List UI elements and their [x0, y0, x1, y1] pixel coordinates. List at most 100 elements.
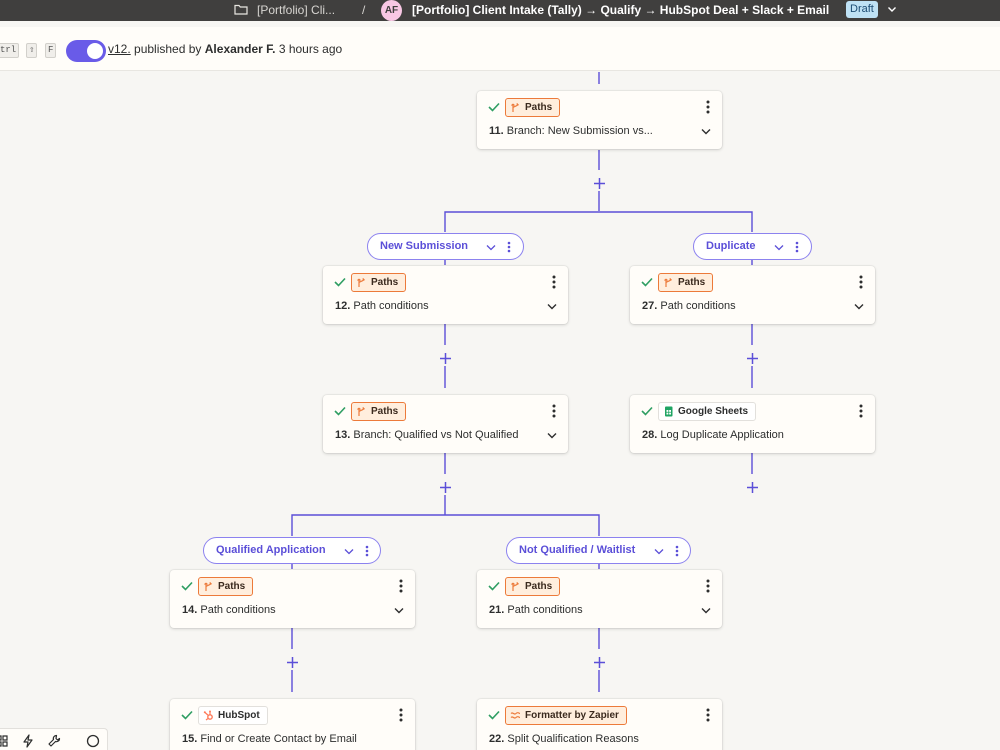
kebab-icon[interactable]	[552, 404, 556, 418]
publish-time: 3 hours ago	[278, 42, 343, 56]
author-name: Alexander F.	[204, 42, 276, 56]
chevron-down-icon[interactable]	[547, 303, 557, 310]
avatar[interactable]: AF	[381, 0, 402, 21]
app-badge-hubspot: HubSpot	[198, 706, 268, 725]
chevron-down-icon[interactable]	[774, 244, 784, 251]
paths-icon	[357, 278, 365, 287]
shortcut-key-shift: ⇧	[26, 43, 38, 58]
path-pill-not-qualified[interactable]: Not Qualified / Waitlist	[506, 537, 691, 564]
check-icon	[641, 406, 653, 416]
step-card-27[interactable]: Paths 27. Path conditions	[630, 266, 875, 324]
plus-icon[interactable]	[746, 481, 759, 494]
step-card-11[interactable]: Paths 11. Branch: New Submission vs...	[477, 91, 722, 149]
kebab-icon[interactable]	[859, 275, 863, 289]
step-title: 27. Path conditions	[642, 300, 736, 312]
step-title: 12. Path conditions	[335, 300, 429, 312]
kebab-icon[interactable]	[552, 275, 556, 289]
canvas-toolbar	[0, 728, 108, 750]
app-name: Google Sheets	[678, 406, 749, 417]
toggle-knob	[87, 43, 103, 59]
step-title: 21. Path conditions	[489, 604, 583, 616]
comment-icon[interactable]	[86, 734, 100, 748]
plus-icon[interactable]	[593, 177, 606, 190]
plus-icon[interactable]	[439, 352, 452, 365]
breadcrumb-folder[interactable]: [Portfolio] Cli...	[257, 3, 335, 17]
version-link[interactable]: v12.	[108, 42, 131, 56]
step-card-13[interactable]: Paths 13. Branch: Qualified vs Not Quali…	[323, 395, 568, 453]
plus-icon[interactable]	[746, 352, 759, 365]
step-title: 13. Branch: Qualified vs Not Qualified	[335, 429, 518, 441]
app-name: Paths	[371, 406, 399, 417]
plus-icon[interactable]	[439, 481, 452, 494]
step-label: Branch: New Submission vs...	[506, 125, 653, 137]
step-title: 15. Find or Create Contact by Email	[182, 733, 357, 745]
kebab-icon[interactable]	[795, 241, 799, 253]
app-badge-paths: Paths	[505, 577, 561, 596]
chevron-down-icon[interactable]	[344, 548, 354, 555]
chevron-down-icon[interactable]	[854, 303, 864, 310]
path-pill-duplicate[interactable]: Duplicate	[693, 233, 812, 260]
status-badge: Draft	[846, 1, 878, 18]
chevron-down-icon[interactable]	[547, 432, 557, 439]
step-card-28[interactable]: Google Sheets 28. Log Duplicate Applicat…	[630, 395, 875, 453]
kebab-icon[interactable]	[507, 241, 511, 253]
check-icon	[181, 710, 193, 720]
shortcut-key-ctrl: trl	[0, 43, 20, 58]
kebab-icon[interactable]	[399, 708, 403, 722]
app-name: Formatter by Zapier	[525, 710, 619, 721]
kebab-icon[interactable]	[706, 579, 710, 593]
kebab-icon[interactable]	[675, 545, 679, 557]
step-card-15[interactable]: HubSpot 15. Find or Create Contact by Em…	[170, 699, 415, 750]
zap-title[interactable]: [Portfolio] Client Intake (Tally) → Qual…	[412, 3, 829, 17]
chevron-down-icon[interactable]	[654, 548, 664, 555]
path-label: Not Qualified / Waitlist	[519, 544, 636, 556]
step-number: 28.	[642, 429, 658, 441]
step-number: 27.	[642, 300, 658, 312]
step-card-21[interactable]: Paths 21. Path conditions	[477, 570, 722, 628]
kebab-icon[interactable]	[365, 545, 369, 557]
path-label: Qualified Application	[216, 544, 326, 556]
step-label: Path conditions	[200, 604, 276, 616]
step-title: 22. Split Qualification Reasons	[489, 733, 639, 745]
app-badge-paths: Paths	[198, 577, 254, 596]
paths-icon	[511, 103, 519, 112]
kebab-icon[interactable]	[399, 579, 403, 593]
step-card-14[interactable]: Paths 14. Path conditions	[170, 570, 415, 628]
chevron-down-icon[interactable]	[486, 244, 496, 251]
app-badge-formatter: Formatter by Zapier	[505, 706, 627, 725]
app-name: Paths	[678, 277, 706, 288]
step-label: Find or Create Contact by Email	[200, 733, 357, 745]
step-card-12[interactable]: Paths 12. Path conditions	[323, 266, 568, 324]
check-icon	[641, 277, 653, 287]
step-label: Branch: Qualified vs Not Qualified	[353, 429, 519, 441]
step-title: 28. Log Duplicate Application	[642, 429, 784, 441]
chevron-down-icon[interactable]	[394, 607, 404, 614]
kebab-icon[interactable]	[706, 100, 710, 114]
lightning-icon[interactable]	[21, 734, 35, 748]
chevron-down-icon[interactable]	[886, 3, 898, 15]
app-badge-paths: Paths	[658, 273, 714, 292]
breadcrumb-separator: /	[362, 3, 366, 17]
grid-icon[interactable]	[0, 734, 9, 748]
check-icon	[488, 710, 500, 720]
kebab-icon[interactable]	[859, 404, 863, 418]
app-name: Paths	[525, 581, 553, 592]
path-pill-qualified[interactable]: Qualified Application	[203, 537, 381, 564]
publish-status: v12. published by Alexander F. 3 hours a…	[108, 42, 342, 56]
check-icon	[334, 406, 346, 416]
plus-icon[interactable]	[593, 656, 606, 669]
plus-icon[interactable]	[286, 656, 299, 669]
wrench-icon[interactable]	[47, 734, 61, 748]
path-pill-new-submission[interactable]: New Submission	[367, 233, 524, 260]
app-badge-paths: Paths	[351, 402, 407, 421]
check-icon	[488, 102, 500, 112]
kebab-icon[interactable]	[706, 708, 710, 722]
step-card-22[interactable]: Formatter by Zapier 22. Split Qualificat…	[477, 699, 722, 750]
top-bar: [Portfolio] Cli... / AF [Portfolio] Clie…	[0, 0, 1000, 21]
step-number: 12.	[335, 300, 351, 312]
editor-canvas[interactable]: New Submission Duplicate Qualified Appli…	[0, 72, 1000, 750]
chevron-down-icon[interactable]	[701, 128, 711, 135]
folder-icon[interactable]	[234, 4, 248, 15]
publish-toggle[interactable]	[66, 40, 106, 62]
chevron-down-icon[interactable]	[701, 607, 711, 614]
